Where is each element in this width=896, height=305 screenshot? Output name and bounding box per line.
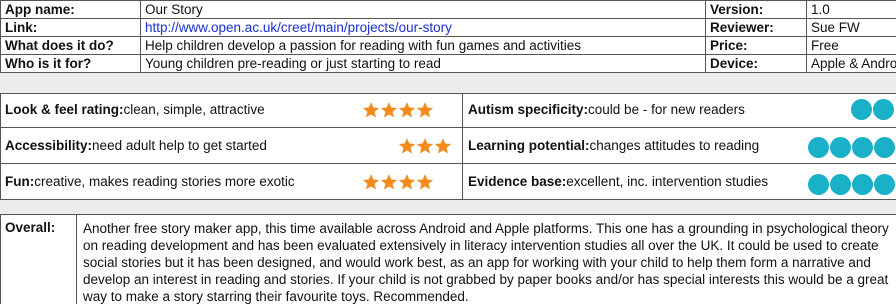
- fun-label: Fun:: [5, 174, 35, 189]
- star-icon: [398, 138, 416, 154]
- rating-dot-icon: [874, 174, 895, 195]
- separator-band: [0, 200, 896, 214]
- divider: [705, 0, 706, 73]
- version-value: 1.0: [811, 2, 830, 17]
- star-icon: [380, 102, 398, 118]
- what-label: What does it do?: [5, 38, 114, 53]
- price-value: Free: [811, 38, 839, 53]
- reviewer-label: Reviewer:: [710, 20, 774, 35]
- divider: [806, 0, 807, 73]
- rating-dot-icon: [830, 174, 851, 195]
- accessibility-label: Accessibility:: [5, 138, 93, 153]
- autism-rating: Autism specificity: could be - for new r…: [468, 101, 745, 119]
- evidence-text: excellent, inc. intervention studies: [566, 174, 769, 189]
- divider: [0, 93, 1, 200]
- device-value: Apple & Android: [811, 56, 896, 71]
- app-name-value: Our Story: [145, 2, 203, 17]
- app-link[interactable]: http://www.open.ac.uk/creet/main/project…: [145, 19, 695, 37]
- learning-rating: Learning potential: changes attitudes to…: [468, 137, 759, 155]
- device-label: Device:: [710, 56, 759, 71]
- divider: [0, 0, 896, 1]
- accessibility-rating: Accessibility: need adult help to get st…: [5, 137, 267, 155]
- review-sheet: App name: Our Story Version: 1.0 Link: h…: [0, 0, 896, 304]
- star-icon: [362, 174, 380, 190]
- divider: [0, 163, 896, 164]
- star-icon: [434, 138, 452, 154]
- star-icon: [398, 102, 416, 118]
- overall-text: Another free story maker app, this time …: [83, 221, 889, 304]
- star-icon: [416, 138, 434, 154]
- divider: [0, 36, 896, 37]
- learning-dots: [808, 137, 895, 158]
- divider: [0, 54, 896, 55]
- fun-stars: [362, 172, 434, 192]
- what-value: Help children develop a passion for read…: [145, 38, 582, 53]
- fun-rating: Fun: creative, makes reading stories mor…: [5, 173, 295, 191]
- divider: [0, 214, 896, 215]
- divider: [140, 0, 141, 73]
- autism-dots: [851, 99, 894, 120]
- accessibility-text: need adult help to get started: [92, 138, 267, 153]
- who-label: Who is it for?: [5, 56, 92, 71]
- reviewer-value: Sue FW: [811, 20, 860, 35]
- separator-band: [0, 73, 896, 93]
- version-label: Version:: [710, 2, 764, 17]
- star-icon: [416, 174, 434, 190]
- evidence-dots: [808, 174, 895, 195]
- rating-dot-icon: [808, 174, 829, 195]
- star-icon: [362, 102, 380, 118]
- rating-dot-icon: [852, 174, 873, 195]
- divider: [76, 214, 77, 304]
- rating-dot-icon: [851, 99, 872, 120]
- rating-dot-icon: [830, 137, 851, 158]
- accessibility-stars: [398, 136, 452, 156]
- evidence-rating: Evidence base: excellent, inc. intervent…: [468, 173, 768, 191]
- link-label: Link:: [5, 20, 38, 35]
- divider: [0, 0, 1, 73]
- divider: [0, 93, 896, 94]
- fun-text: creative, makes reading stories more exo…: [34, 174, 295, 189]
- price-label: Price:: [710, 38, 748, 53]
- rating-dot-icon: [852, 137, 873, 158]
- star-icon: [398, 174, 416, 190]
- look-feel-stars: [362, 100, 434, 120]
- learning-label: Learning potential:: [468, 138, 590, 153]
- evidence-label: Evidence base:: [468, 174, 567, 189]
- rating-dot-icon: [873, 99, 894, 120]
- look-feel-label: Look & feel rating:: [5, 102, 124, 117]
- who-value: Young children pre-reading or just start…: [145, 56, 441, 71]
- learning-text: changes attitudes to reading: [589, 138, 760, 153]
- divider: [0, 18, 896, 19]
- autism-label: Autism specificity:: [468, 102, 589, 117]
- divider: [0, 127, 896, 128]
- rating-dot-icon: [808, 137, 829, 158]
- overall-label: Overall:: [5, 220, 56, 235]
- star-icon: [416, 102, 434, 118]
- app-name-label: App name:: [5, 2, 75, 17]
- look-feel-rating: Look & feel rating: clean, simple, attra…: [5, 101, 265, 119]
- look-feel-text: clean, simple, attractive: [123, 102, 265, 117]
- divider: [462, 93, 463, 200]
- divider: [0, 214, 1, 304]
- autism-text: could be - for new readers: [588, 102, 745, 117]
- star-icon: [380, 174, 398, 190]
- rating-dot-icon: [874, 137, 895, 158]
